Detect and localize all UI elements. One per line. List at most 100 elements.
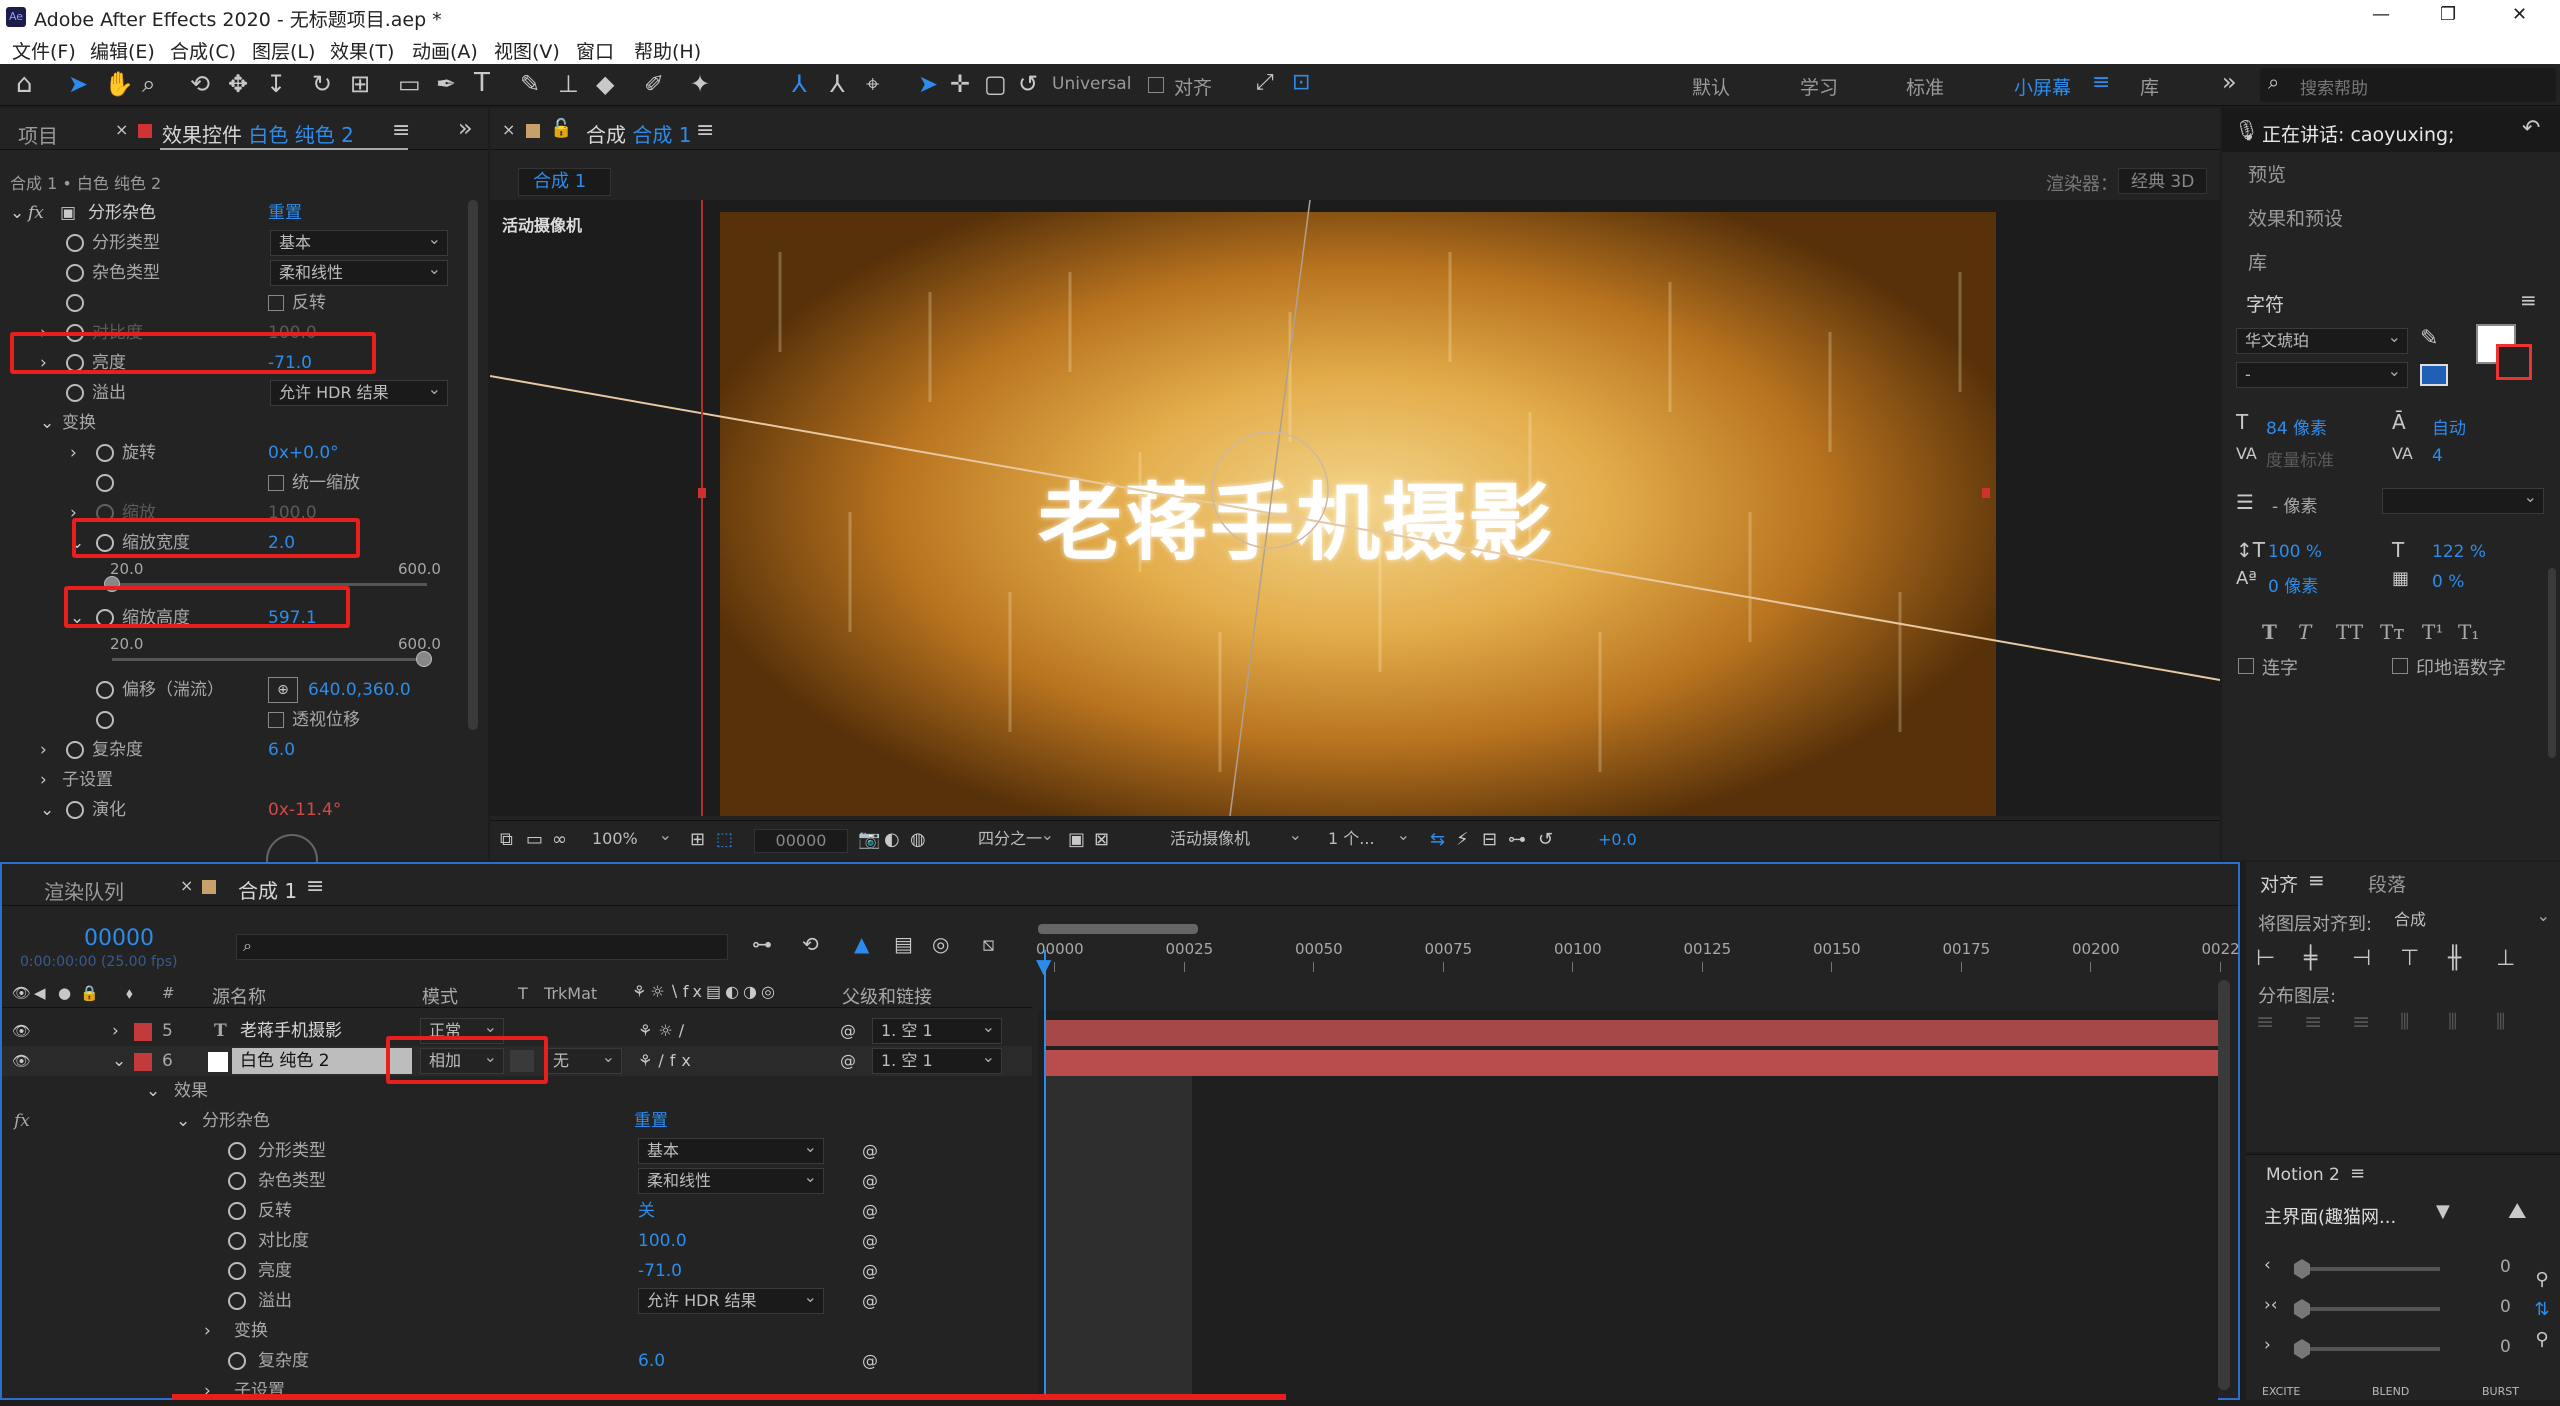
style-small-caps[interactable]: Tт [2380,620,2404,644]
fractal-type-dropdown[interactable]: 基本 [270,227,448,256]
comp-mini-flowchart-icon[interactable]: ⊶ [752,932,772,956]
snap-option-icon[interactable]: ⤢ [1256,70,1274,95]
stopwatch-icon[interactable] [96,711,114,729]
pickwhip-icon[interactable]: @ [862,1256,878,1286]
hand-tool-icon[interactable]: ✋ [104,70,134,98]
tab-effect-controls[interactable]: 效果控件 白色 纯色 2 [162,119,354,148]
motion-blur-icon[interactable]: ◎ [932,932,949,956]
snap-target-icon[interactable]: ⊡ [1292,70,1310,95]
horizontal-scale-value[interactable]: 122 % [2432,542,2486,562]
universal-scale-icon[interactable]: ▢ [984,70,1007,98]
motion-burst-button[interactable]: BURST [2482,1385,2519,1398]
effect-row[interactable]: fx ⌄ 分形杂色 重置 [2,1106,1032,1136]
clone-stamp-icon[interactable]: ⊥ [558,70,579,98]
chevron-down-icon[interactable]: ⌄ [40,408,54,438]
property-row[interactable]: 反转 关 @ [2,1196,1032,1226]
roto-brush-icon[interactable]: ✐ [644,70,664,98]
chevron-right-icon[interactable]: › [204,1316,211,1346]
orbit-camera-icon[interactable]: ⟲ [190,70,210,98]
motion-excite-button[interactable]: EXCITE [2262,1385,2300,1398]
style-all-caps[interactable]: TT [2336,620,2363,644]
menu-composition[interactable]: 合成(C) [170,37,236,64]
uniform-scale-checkbox[interactable] [268,468,290,498]
kerning-value[interactable]: 度量标准 [2266,446,2334,471]
chevron-down-icon[interactable]: ⌄ [10,198,24,228]
hindi-digits-checkbox[interactable] [2392,656,2414,676]
tsume-value[interactable]: 0 % [2432,572,2464,592]
noise-type-dropdown[interactable]: 柔和线性 [270,257,448,286]
pixel-aspect-icon[interactable]: ⇆ [1430,829,1445,850]
show-snapshot-icon[interactable]: ◐ [884,829,900,850]
property-value[interactable]: 允许 HDR 结果 [638,1285,824,1314]
panel-menu-icon[interactable]: ≡ [2350,1163,2365,1184]
right-scrollbar[interactable] [2548,568,2556,758]
maximize-button[interactable]: ❐ [2440,4,2456,25]
pen-tool-icon[interactable]: ✒ [436,70,456,98]
panel-preview[interactable]: 预览 [2248,160,2286,187]
graph-editor-icon[interactable]: ⧅ [982,932,995,956]
effect-reset-link[interactable]: 重置 [268,198,302,228]
layer-color-label[interactable] [134,1023,152,1041]
motion-slider-knob[interactable] [2294,1339,2310,1359]
property-value[interactable]: -71.0 [638,1256,682,1286]
motion-slider-track[interactable] [2300,1267,2440,1271]
col-t[interactable]: T [518,984,528,1003]
exposure-value[interactable]: +0.0 [1598,830,1637,849]
selection-tool-icon[interactable]: ➤ [68,70,88,98]
visibility-eye-icon[interactable]: 👁 [12,1016,31,1046]
effect-reset-link[interactable]: 重置 [634,1106,668,1136]
motion-blend-button[interactable]: BLEND [2372,1385,2409,1398]
chevron-right-icon[interactable]: › [70,438,77,468]
layer-bar-5[interactable] [1046,1020,2218,1046]
distribute-right-icon[interactable]: ⫴ [2496,1010,2505,1035]
property-row[interactable]: › 子设置 [2,1376,1032,1406]
stroke-width-value[interactable]: - 像素 [2272,492,2318,517]
view-layout-dropdown[interactable]: 1 个... [1320,823,1416,853]
playhead-handle-icon[interactable]: ▼ [1036,954,1051,978]
scale-height-slider-knob[interactable] [415,651,432,667]
stroke-type-dropdown[interactable] [2382,485,2544,514]
resolution-dropdown[interactable]: 四分之一 [970,823,1060,853]
brush-tool-icon[interactable]: ✎ [520,70,540,98]
viewer-area[interactable]: 活动摄像机 老蒋手机摄影 [490,200,2220,816]
renderer-value[interactable]: 经典 3D [2118,168,2208,194]
scrollbar[interactable] [468,200,478,730]
close-button[interactable]: ✕ [2512,4,2527,25]
ease-both-icon[interactable]: ›‹ [2264,1295,2278,1315]
workspace-small-screen[interactable]: 小屏幕 [2014,73,2071,100]
eyedropper-icon[interactable]: ✎ [2420,326,2438,351]
stopwatch-icon[interactable] [228,1202,246,1220]
stopwatch-icon[interactable] [228,1172,246,1190]
rectangle-tool-icon[interactable]: ▭ [398,70,421,98]
parent-dropdown[interactable]: 1. 空 1 [872,1045,1002,1074]
chevron-right-icon[interactable]: › [112,1016,119,1046]
offset-value[interactable]: 640.0,360.0 [308,675,411,705]
panel-menu-icon[interactable]: ≡ [2520,288,2537,312]
camera-view-dropdown[interactable]: 活动摄像机 [1162,823,1308,853]
stopwatch-icon[interactable] [228,1232,246,1250]
menu-animation[interactable]: 动画(A) [412,37,478,64]
close-tab-icon[interactable]: × [502,120,515,139]
pickwhip-icon[interactable]: @ [862,1226,878,1256]
switches-icons[interactable]: ⚘☼∕ [638,1016,690,1046]
property-row[interactable]: › 变换 [2,1316,1032,1346]
font-family-dropdown[interactable]: 华文琥珀 [2236,325,2408,354]
align-right-icon[interactable]: ⊣ [2352,946,2371,971]
motion-side-icons[interactable]: ⚲ ⇅ ⚲ [2530,1265,2554,1355]
pickwhip-icon[interactable]: @ [862,1136,878,1166]
current-time-field[interactable]: 00000 [754,829,848,853]
pickwhip-icon[interactable]: @ [862,1286,878,1316]
ligature-checkbox[interactable] [2238,656,2260,676]
chevron-down-icon[interactable]: ⌄ [176,1106,190,1136]
property-value[interactable]: 基本 [638,1135,824,1164]
motion-value[interactable]: 0 [2500,1257,2511,1277]
universal-select-icon[interactable]: ➤ [918,70,938,98]
flowchart-icon[interactable]: ⊶ [1508,829,1526,850]
col-parent[interactable]: 父级和链接 [842,983,932,1009]
parent-dropdown[interactable]: 1. 空 1 [872,1015,1002,1044]
stopwatch-icon[interactable] [96,444,114,462]
tab-paragraph[interactable]: 段落 [2368,870,2406,897]
perspective-offset-checkbox[interactable] [268,705,290,735]
frame-blending-icon[interactable]: ▤ [894,932,913,956]
menu-view[interactable]: 视图(V) [494,37,560,64]
